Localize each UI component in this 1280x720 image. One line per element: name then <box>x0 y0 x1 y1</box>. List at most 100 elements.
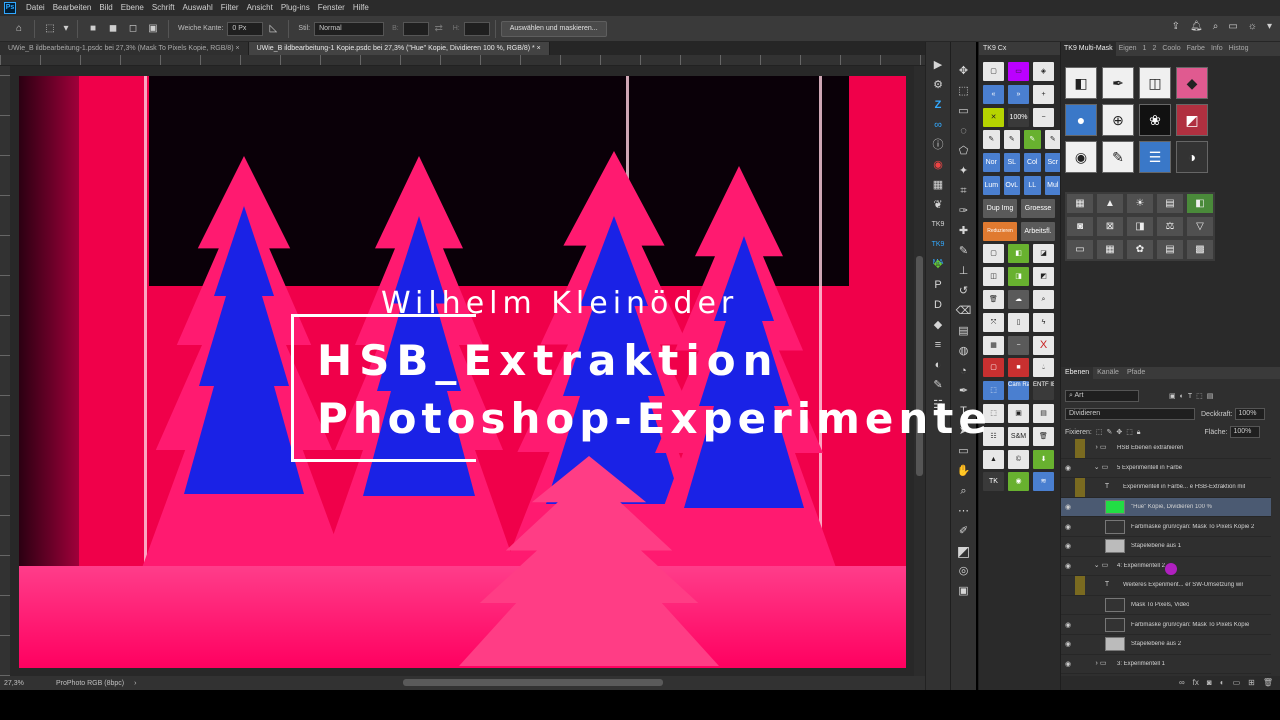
zoom-out-button[interactable]: − <box>1033 107 1054 127</box>
paths-icon[interactable]: ✎ <box>929 376 947 394</box>
menu-bearbeiten[interactable]: Bearbeiten <box>49 0 96 16</box>
marquee-tool-icon[interactable]: ▭ <box>955 102 973 120</box>
search-layer-button[interactable]: ⌕ <box>1033 289 1054 309</box>
dropdown-icon[interactable]: ▾ <box>1267 21 1272 32</box>
grid-icon[interactable]: ▦ <box>929 176 947 194</box>
tab-eigen[interactable]: Eigen <box>1116 42 1140 56</box>
brightness-icon[interactable]: ☼ <box>1248 21 1257 32</box>
document-canvas[interactable]: Wilhelm Kleinöder HSB_Extraktion <box>19 76 906 668</box>
anti-alias-icon[interactable]: ◺ <box>266 22 280 36</box>
pattern-button[interactable]: ▦ <box>1097 240 1123 259</box>
layer-row[interactable]: ◉ › ▭ 3: Experimentell 1 <box>1061 655 1271 675</box>
target-button[interactable]: ⊕ <box>1102 104 1134 136</box>
tab-info[interactable]: Info <box>1208 42 1226 56</box>
chevron-down-icon[interactable]: ▾ <box>63 22 69 36</box>
tk-button[interactable]: TK <box>983 472 1004 492</box>
info-icon[interactable]: ⓘ <box>929 136 947 154</box>
close-icon[interactable]: × <box>236 45 240 52</box>
select-and-mask-button[interactable]: Auswählen und maskieren... <box>500 20 607 37</box>
triangle-button[interactable]: ▲ <box>983 449 1004 469</box>
tab-coolo[interactable]: Coolo <box>1159 42 1183 56</box>
scrollbar-thumb[interactable] <box>916 256 923 476</box>
layer-group-button[interactable]: ◩ <box>1033 267 1054 287</box>
layer-row[interactable]: ◉ ⌄ ▭ 5 Experimentell in Farbe <box>1061 459 1271 479</box>
menu-fenster[interactable]: Fenster <box>314 0 349 16</box>
layer-new-button[interactable]: ▢ <box>983 244 1004 264</box>
tab-2[interactable]: 2 <box>1149 42 1159 56</box>
screen-mode-icon[interactable]: ▣ <box>955 582 973 600</box>
menu-ebene[interactable]: Ebene <box>117 0 148 16</box>
tab-histogramm[interactable]: Histog <box>1226 42 1252 56</box>
zoom-tool-icon[interactable]: ⌕ <box>955 482 973 500</box>
gradient-tool-icon[interactable]: ▤ <box>955 322 973 340</box>
eye-icon[interactable]: ◉ <box>1061 503 1075 511</box>
groesse-button[interactable]: Groesse <box>1021 198 1055 218</box>
s-and-m-button[interactable]: S&M <box>1008 426 1029 446</box>
tab-multimask[interactable]: TK9 Multi-Mask <box>1061 42 1116 56</box>
fill-input[interactable]: 100% <box>1229 426 1260 438</box>
lock-icons[interactable]: ⬚✎✥⬚🔒︎ <box>1096 428 1145 437</box>
edit-toolbar-icon[interactable]: ✐ <box>955 522 973 540</box>
tab-pfade[interactable]: Pfade <box>1123 367 1149 379</box>
camera-mask-button[interactable]: ◉ <box>1065 141 1097 173</box>
history-brush-icon[interactable]: ↺ <box>955 282 973 300</box>
eye-icon[interactable]: ◉ <box>1061 621 1075 629</box>
user-mask-button[interactable]: ● <box>1065 104 1097 136</box>
flower-button[interactable]: ❀ <box>1139 104 1171 136</box>
rectangle-tool-icon[interactable]: ▭ <box>955 442 973 460</box>
hand-tool-icon[interactable]: ✋ <box>955 462 973 480</box>
menu-hilfe[interactable]: Hilfe <box>349 0 373 16</box>
tab-1[interactable]: 1 <box>1140 42 1150 56</box>
cross-box-button[interactable]: ⊠ <box>1097 217 1123 236</box>
polygon-lasso-icon[interactable]: ⬠ <box>955 142 973 160</box>
new-selection-icon[interactable]: ■ <box>86 22 100 36</box>
minus-button[interactable]: − <box>1008 335 1029 355</box>
eye-icon[interactable]: ◉ <box>1061 660 1075 668</box>
forward-button[interactable]: » <box>1008 84 1029 104</box>
copy-layer-button[interactable]: ◧ <box>1187 194 1213 213</box>
layer-copy-button[interactable]: ◧ <box>1008 244 1029 264</box>
opacity-input[interactable]: 100% <box>1234 408 1265 420</box>
cloud-button[interactable]: ☁ <box>1008 289 1029 309</box>
blend-overlay-button[interactable]: OvL <box>1003 175 1020 195</box>
transform-button[interactable]: ⤧ <box>983 312 1004 332</box>
blend-softlight-button[interactable]: SL <box>1003 153 1020 173</box>
flower-small-button[interactable]: ✿ <box>1127 240 1153 259</box>
fit-button[interactable]: ✕ <box>983 107 1004 127</box>
healing-brush-icon[interactable]: ✚ <box>955 222 973 240</box>
home-icon[interactable]: ⌂ <box>12 22 26 36</box>
subtract-selection-icon[interactable]: ◻ <box>126 22 140 36</box>
list-button[interactable]: ☰ <box>1139 141 1171 173</box>
paint-bucket-icon[interactable]: ◆ <box>929 316 947 334</box>
edit-selection-button[interactable]: ✎ <box>1102 141 1134 173</box>
arbeitsflaeche-button[interactable]: Arbeitsfl. <box>1021 221 1055 241</box>
tk9-icon[interactable]: TK9 <box>929 216 947 234</box>
screenshot-button[interactable]: ▣ <box>1008 403 1029 423</box>
bell-icon[interactable]: 🔔︎ <box>1190 21 1203 32</box>
blend-normal-button[interactable]: Nor <box>983 153 1000 173</box>
layer-link-button[interactable]: ◪ <box>1033 244 1054 264</box>
red-frame-button[interactable]: ▢ <box>983 358 1004 378</box>
actions-icon[interactable]: ⚙ <box>929 76 947 94</box>
layer-row[interactable]: T Experimentell in Farbe... e HSB-Extrak… <box>1061 477 1271 498</box>
tab-document-1[interactable]: UWie_B ildbearbeitung-1.psdc bei 27,3% (… <box>0 42 249 55</box>
swap-icon[interactable]: ⇄ <box>432 22 446 36</box>
menu-ansicht[interactable]: Ansicht <box>243 0 277 16</box>
brightness-button[interactable]: ☀ <box>1127 194 1153 213</box>
blend-luminosity-button[interactable]: Lum <box>983 175 1000 195</box>
levels-button[interactable]: ▦ <box>1067 194 1093 213</box>
menu-schrift[interactable]: Schrift <box>148 0 179 16</box>
texture-button[interactable]: ▩ <box>1187 240 1213 259</box>
filter-icons[interactable]: ▣◐T⬚▤ <box>1169 392 1217 400</box>
layer-stamp-button[interactable]: ◨ <box>1008 267 1029 287</box>
dup-img-button[interactable]: Dup Img <box>983 198 1017 218</box>
extra-tools-icon[interactable]: ⋯ <box>955 502 973 520</box>
lasso-tool-icon[interactable]: ◌ <box>955 122 973 140</box>
triangle-down-button[interactable]: ▽ <box>1187 217 1213 236</box>
brush-mask-button[interactable]: ✒ <box>1102 67 1134 99</box>
quick-mask-icon[interactable]: ◎ <box>955 562 973 580</box>
calculator-button[interactable]: ▦ <box>983 335 1004 355</box>
search-icon[interactable]: ⌕ <box>1213 21 1219 32</box>
magic-wand-icon[interactable]: ✦ <box>955 162 973 180</box>
tab-farbe[interactable]: Farbe <box>1184 42 1208 56</box>
